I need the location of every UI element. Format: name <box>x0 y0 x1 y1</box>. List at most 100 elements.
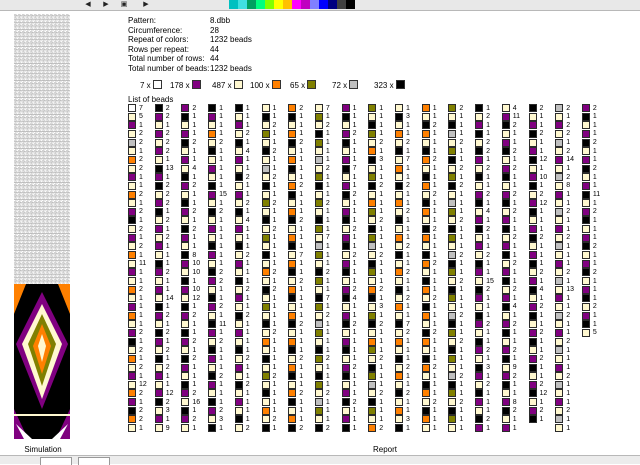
palette-color-swatch[interactable] <box>346 0 355 9</box>
bead-count: 1 <box>165 286 170 294</box>
bead-swatch <box>581 294 590 303</box>
bead-count: 1 <box>352 415 357 423</box>
bead-swatch <box>128 346 136 355</box>
bead-count: 1 <box>352 312 357 320</box>
bead-count: 2 <box>352 364 357 371</box>
bead-swatch <box>448 216 457 225</box>
bead-swatch <box>261 225 270 234</box>
bead-count: 1 <box>459 364 464 371</box>
bead-count: 2 <box>192 338 197 346</box>
palette-color-swatch[interactable] <box>319 0 328 9</box>
simulation-tab[interactable] <box>40 457 72 465</box>
bead-count: 2 <box>245 173 250 181</box>
bead-swatch <box>421 406 430 415</box>
bead-swatch <box>314 181 323 190</box>
bead-swatch <box>288 121 297 130</box>
bead-count: 1 <box>592 216 597 224</box>
palette-color-swatch[interactable] <box>229 0 238 9</box>
bead-count: 2 <box>512 286 517 294</box>
bead-count: 1 <box>512 242 517 250</box>
bead-count: 2 <box>272 147 277 155</box>
bead-count: 1 <box>139 182 143 190</box>
bead-count: 1 <box>432 381 437 389</box>
bead-swatch <box>475 380 484 389</box>
bead-count: 1 <box>566 191 571 198</box>
bead-swatch <box>501 138 510 147</box>
bead-swatch <box>234 415 243 424</box>
bead-swatch <box>288 311 297 320</box>
report-label: Report <box>372 445 397 454</box>
bead-swatch <box>501 181 510 190</box>
bead-swatch <box>234 173 243 182</box>
arrow-left-icon[interactable]: ◀ <box>82 0 94 9</box>
palette-color-swatch[interactable] <box>310 0 319 9</box>
bead-swatch <box>314 372 323 381</box>
bead-swatch <box>501 320 510 329</box>
bead-swatch <box>475 320 484 329</box>
bead-swatch <box>421 277 430 285</box>
bead-count: 1 <box>566 398 571 406</box>
bead-swatch <box>234 164 243 173</box>
bead-count: 1 <box>139 355 143 363</box>
color-palette[interactable] <box>220 0 355 9</box>
bead-swatch <box>341 251 350 260</box>
bead-swatch <box>555 129 564 138</box>
palette-color-swatch[interactable] <box>328 0 337 9</box>
bead-count: 1 <box>512 277 517 285</box>
arrow-right-icon[interactable]: ▶ <box>100 0 112 9</box>
bead-count: 1 <box>272 424 277 432</box>
legend-count: 100 x <box>250 81 270 90</box>
bead-count: 2 <box>219 372 223 380</box>
bead-count: 1 <box>299 398 304 406</box>
palette-color-swatch[interactable] <box>337 0 346 9</box>
bead-count: 1 <box>299 208 304 216</box>
palette-color-swatch[interactable] <box>283 0 292 9</box>
bead-count: 2 <box>165 113 170 121</box>
bead-count: 1 <box>219 165 223 173</box>
bead-count: 2 <box>406 208 410 216</box>
bead-count: 1 <box>352 121 357 129</box>
bead-count: 2 <box>352 225 357 233</box>
palette-color-swatch[interactable] <box>292 0 301 9</box>
bead-count: 1 <box>299 338 304 346</box>
bead-count: 1 <box>406 130 410 138</box>
bead-swatch <box>528 277 537 285</box>
palette-color-swatch[interactable] <box>220 0 229 9</box>
bead-count: 1 <box>592 294 597 302</box>
bead-count: 1 <box>352 208 357 216</box>
bead-count: 2 <box>406 294 410 302</box>
bead-swatch <box>314 363 323 372</box>
bead-count: 1 <box>219 147 223 155</box>
palette-color-swatch[interactable] <box>274 0 283 9</box>
bead-count: 2 <box>566 147 571 155</box>
bead-swatch <box>448 164 457 173</box>
bead-swatch <box>501 112 510 121</box>
bead-swatch <box>154 121 163 130</box>
legend-swatch <box>395 80 405 89</box>
bead-count: 2 <box>352 286 357 294</box>
palette-color-swatch[interactable] <box>247 0 256 9</box>
bead-swatch <box>314 164 323 173</box>
bead-count: 1 <box>165 242 170 250</box>
palette-color-swatch[interactable] <box>301 0 310 9</box>
bead-count: 1 <box>272 251 277 259</box>
palette-color-swatch[interactable] <box>265 0 274 9</box>
bead-swatch <box>261 415 270 424</box>
report-tab[interactable] <box>78 457 110 465</box>
palette-color-swatch[interactable] <box>256 0 265 9</box>
bead-count: 1 <box>432 147 437 155</box>
bead-count: 1 <box>566 320 571 328</box>
bead-swatch <box>475 302 484 311</box>
bead-count: 2 <box>486 346 490 354</box>
cursor-icon[interactable]: ▶ <box>140 0 152 9</box>
bead-count: 3 <box>486 364 490 371</box>
bead-count: 1 <box>592 251 597 259</box>
bead-count: 2 <box>245 381 250 389</box>
palette-color-swatch[interactable] <box>238 0 247 9</box>
bead-swatch <box>395 268 403 277</box>
bead-count: 1 <box>566 415 571 423</box>
print-icon[interactable]: ▣ <box>118 0 130 9</box>
bead-swatch <box>448 285 457 294</box>
bead-swatch <box>314 337 323 346</box>
bead-swatch <box>208 328 217 337</box>
